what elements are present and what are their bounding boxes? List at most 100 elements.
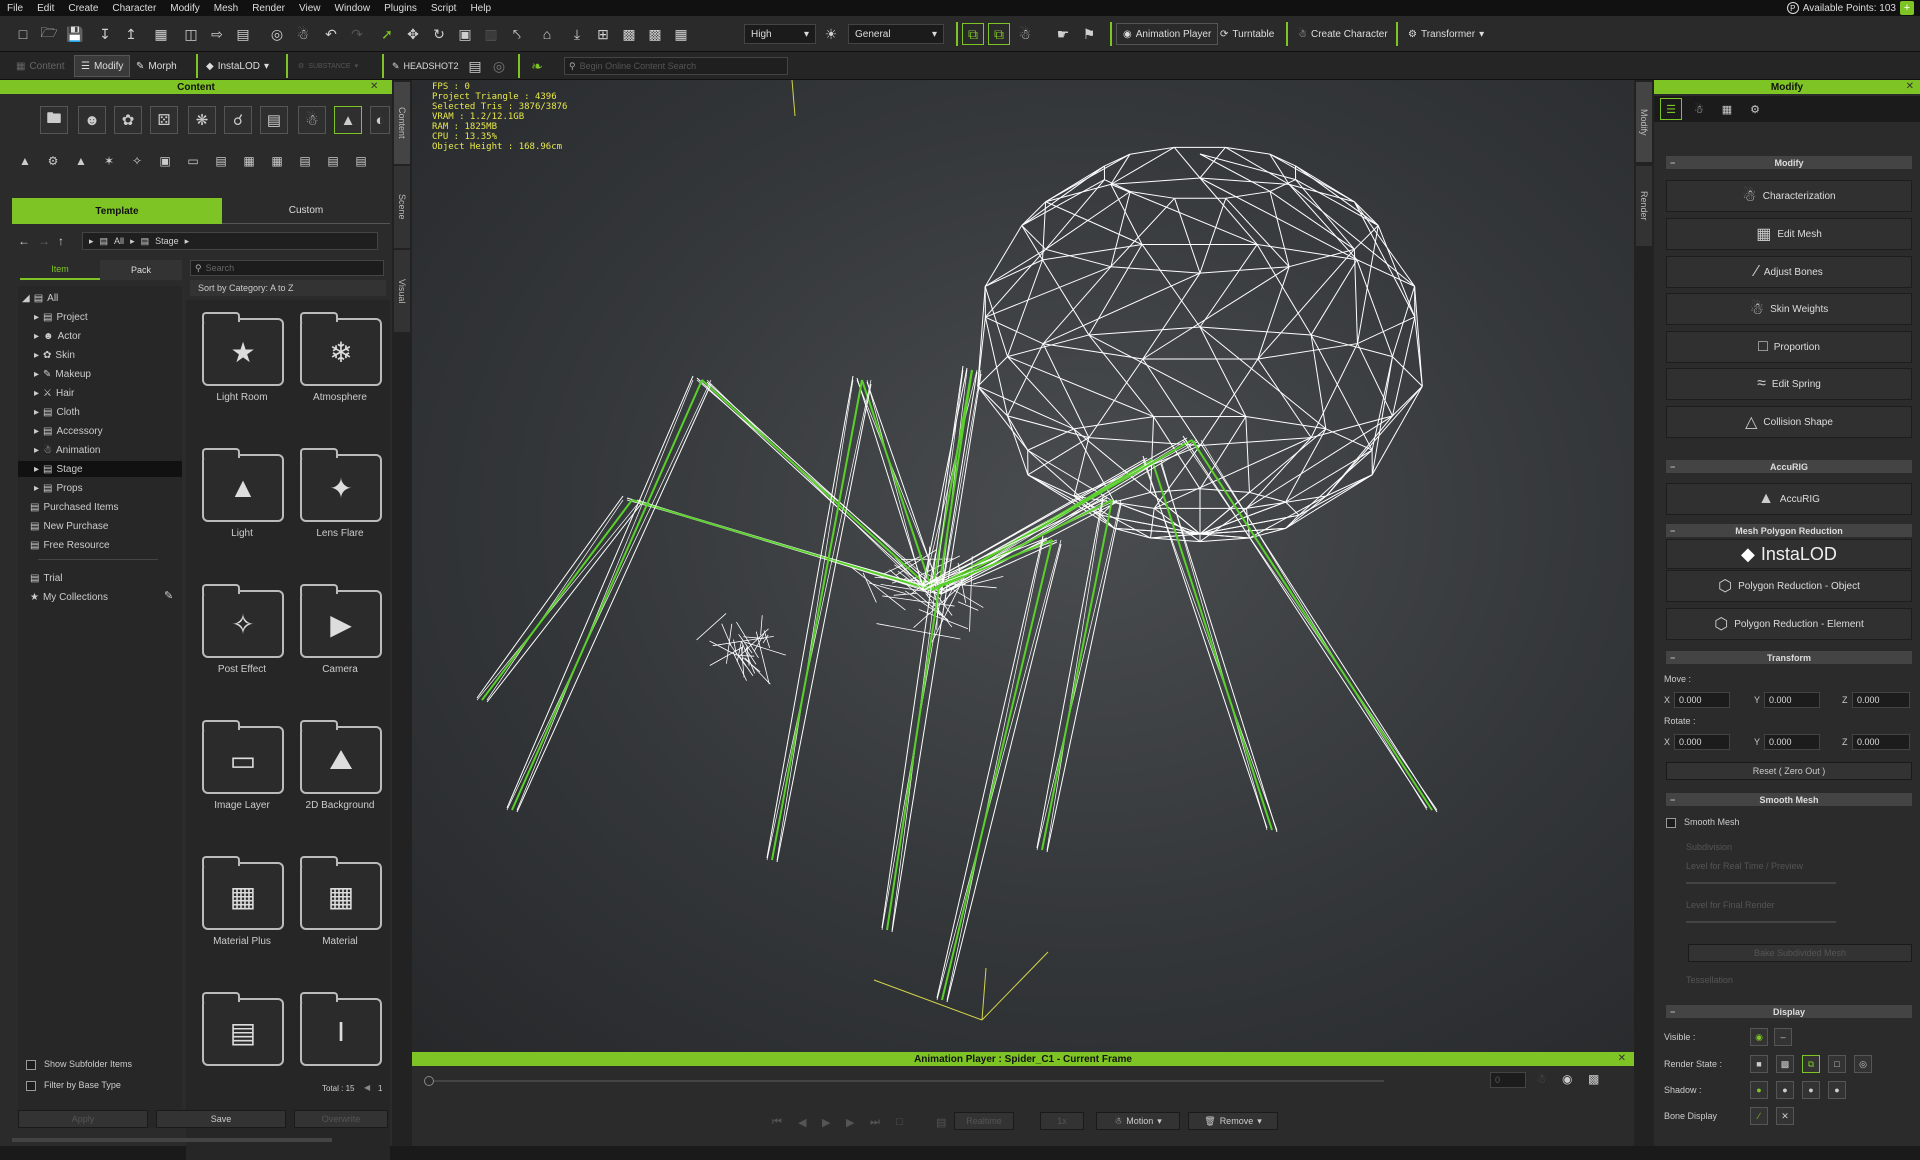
thumb-image-layer[interactable]: ▭ xyxy=(202,726,284,794)
loop-icon[interactable]: □ xyxy=(896,1116,903,1128)
mode-dropdown[interactable]: General▾ xyxy=(848,24,944,44)
realtime-dropdown[interactable]: Realtime xyxy=(954,1112,1014,1130)
render-solid-icon[interactable]: ■ xyxy=(1750,1055,1768,1073)
light-icon[interactable]: ☀ xyxy=(820,23,842,45)
tree-item-props[interactable]: ▸▤Props xyxy=(34,480,83,496)
turntable-button[interactable]: ⟳Turntable xyxy=(1214,23,1280,45)
dock-tab-content[interactable]: Content xyxy=(394,82,410,164)
instalod-button[interactable]: ◆InstaLOD▾ xyxy=(200,55,275,77)
shadow-both-icon[interactable]: ● xyxy=(1750,1081,1768,1099)
thumb-material[interactable]: ▦ xyxy=(300,862,382,930)
pivot-icon[interactable]: ▩ xyxy=(644,23,666,45)
content-tab-button[interactable]: ▦Content xyxy=(10,55,70,77)
rotate-tool-icon[interactable]: ↻ xyxy=(428,23,450,45)
subdivision-option[interactable]: Subdivision xyxy=(1686,842,1732,852)
sub-camera-icon[interactable]: ▣ xyxy=(154,150,176,172)
move-x-input[interactable]: 0.000 xyxy=(1674,692,1730,708)
flag-icon[interactable]: ⚑ xyxy=(1078,23,1100,45)
cloth-category-icon[interactable]: ⚄ xyxy=(150,106,178,134)
undo-icon[interactable]: ↶ xyxy=(320,23,342,45)
import-icon[interactable]: ↧ xyxy=(94,23,116,45)
quality-dropdown[interactable]: High▾ xyxy=(744,24,816,44)
visible-off-icon[interactable]: – xyxy=(1774,1028,1792,1046)
scale-tool-icon[interactable]: ▣ xyxy=(454,23,476,45)
accurig-button[interactable]: ▲AccuRIG xyxy=(1666,483,1912,515)
open-folder-icon[interactable]: 🗁 xyxy=(38,23,60,45)
shadow-cast-icon[interactable]: ● xyxy=(1776,1081,1794,1099)
menu-character[interactable]: Character xyxy=(105,3,163,14)
add-points-button[interactable]: + xyxy=(1900,1,1914,15)
spider-wireframe-model[interactable] xyxy=(412,80,1634,1052)
headshot-tool-icon[interactable]: ▤ xyxy=(464,55,486,77)
apply-button[interactable]: Apply xyxy=(18,1110,148,1128)
character-view-icon[interactable]: ☃ xyxy=(1014,23,1036,45)
sub-atmosphere-icon[interactable]: ▲ xyxy=(14,150,36,172)
person-tool-icon[interactable]: ☃ xyxy=(292,23,314,45)
tree-item-my-collections[interactable]: ★My Collections xyxy=(30,589,108,605)
rotate-x-input[interactable]: 0.000 xyxy=(1674,734,1730,750)
headshot-tool2-icon[interactable]: ◎ xyxy=(488,55,510,77)
record-icon[interactable]: ▤ xyxy=(936,1116,946,1129)
plugin-icon[interactable]: ❧ xyxy=(526,55,548,77)
redo-icon[interactable]: ↷ xyxy=(346,23,368,45)
thumb-lens-flare[interactable]: ✦ xyxy=(300,454,382,522)
tree-item-makeup[interactable]: ▸✎Makeup xyxy=(34,366,91,382)
sub-flare-icon[interactable]: ✶ xyxy=(98,150,120,172)
morph-button[interactable]: ✎Morph xyxy=(130,55,183,77)
prev-frame-icon[interactable]: ◀ xyxy=(798,1116,806,1129)
online-search-input[interactable]: ⚲Begin Online Content Search xyxy=(564,57,788,75)
close-icon[interactable]: ✕ xyxy=(1618,1053,1626,1064)
pick-icon[interactable]: ◎ xyxy=(266,23,288,45)
section-transform[interactable]: Transform xyxy=(1666,651,1912,664)
bone-display-off-icon[interactable]: ✕ xyxy=(1776,1107,1794,1125)
stage-category-icon[interactable]: ▲ xyxy=(334,106,362,134)
menu-window[interactable]: Window xyxy=(328,3,378,14)
props-category-icon[interactable]: ▤ xyxy=(260,106,288,134)
menu-file[interactable]: File xyxy=(0,3,30,14)
folder-category-icon[interactable]: 🖿 xyxy=(40,106,68,134)
save-icon[interactable]: 💾 xyxy=(64,23,86,45)
motion-pose-icon[interactable]: ☃ xyxy=(1688,98,1710,120)
animation-player-button[interactable]: ◉Animation Player xyxy=(1116,23,1218,45)
create-character-button[interactable]: ☃Create Character xyxy=(1292,23,1394,45)
3d-viewport[interactable] xyxy=(412,80,1634,1052)
sub-picture-icon[interactable]: ▤ xyxy=(322,150,344,172)
section-mesh-polygon-reduction[interactable]: Mesh Polygon Reduction xyxy=(1666,524,1912,537)
thumb-atmosphere[interactable]: ❄ xyxy=(300,318,382,386)
tree-item-purchased[interactable]: ▤Purchased Items xyxy=(30,499,119,515)
tree-item-hair[interactable]: ▸⚔Hair xyxy=(34,385,74,401)
thumb-light[interactable]: ▲ xyxy=(202,454,284,522)
level-realtime-slider[interactable] xyxy=(1686,882,1836,884)
edit-pencil-icon[interactable]: ✎ xyxy=(164,589,173,602)
show-subfolder-checkbox[interactable] xyxy=(26,1060,36,1070)
render-texture-icon[interactable]: ▩ xyxy=(1776,1055,1794,1073)
motion-button[interactable]: ☃Motion▾ xyxy=(1096,1112,1180,1130)
reset-camera-icon[interactable]: ☛ xyxy=(1052,23,1074,45)
tree-item-all[interactable]: ◢▤All xyxy=(22,290,58,306)
up-arrow-icon[interactable]: ↑ xyxy=(58,234,64,248)
home-icon[interactable]: ⌂ xyxy=(536,23,558,45)
reset-zero-out-button[interactable]: Reset ( Zero Out ) xyxy=(1666,762,1912,780)
bone-display-on-icon[interactable]: ∕ xyxy=(1750,1107,1768,1125)
sub-effect-icon[interactable]: ✧ xyxy=(126,150,148,172)
select-tool-icon[interactable]: ➚ xyxy=(376,23,398,45)
headshot-button[interactable]: ✎HEADSHOT2 xyxy=(386,55,465,77)
back-arrow-icon[interactable]: ← xyxy=(18,234,30,248)
tree-item-cloth[interactable]: ▸▤Cloth xyxy=(34,404,80,420)
window-icon[interactable]: ▩ xyxy=(1588,1072,1599,1086)
tab-template[interactable]: Template xyxy=(12,198,222,224)
align-icon[interactable]: ⤣ xyxy=(506,23,528,45)
skip-end-icon[interactable]: ⏭ xyxy=(870,1116,880,1129)
overwrite-button[interactable]: Overwrite xyxy=(294,1110,388,1128)
sort-dropdown[interactable]: Sort by Category: A to Z xyxy=(190,280,386,296)
bone-view-icon[interactable]: ⧉ xyxy=(988,23,1010,45)
tree-item-trial[interactable]: ▤Trial xyxy=(30,570,63,586)
motion-category-icon[interactable]: ☃ xyxy=(298,106,326,134)
instalod-logo-button[interactable]: ◆InstaLOD xyxy=(1666,539,1912,569)
sub-material-plus-icon[interactable]: ▦ xyxy=(238,150,260,172)
menu-render[interactable]: Render xyxy=(245,3,292,14)
skin-weights-button[interactable]: ☃Skin Weights xyxy=(1666,293,1912,325)
accessory-category-icon[interactable]: ☌ xyxy=(224,106,252,134)
tree-item-project[interactable]: ▸▤Project xyxy=(34,309,88,325)
thumb-post-effect[interactable]: ✧ xyxy=(202,590,284,658)
